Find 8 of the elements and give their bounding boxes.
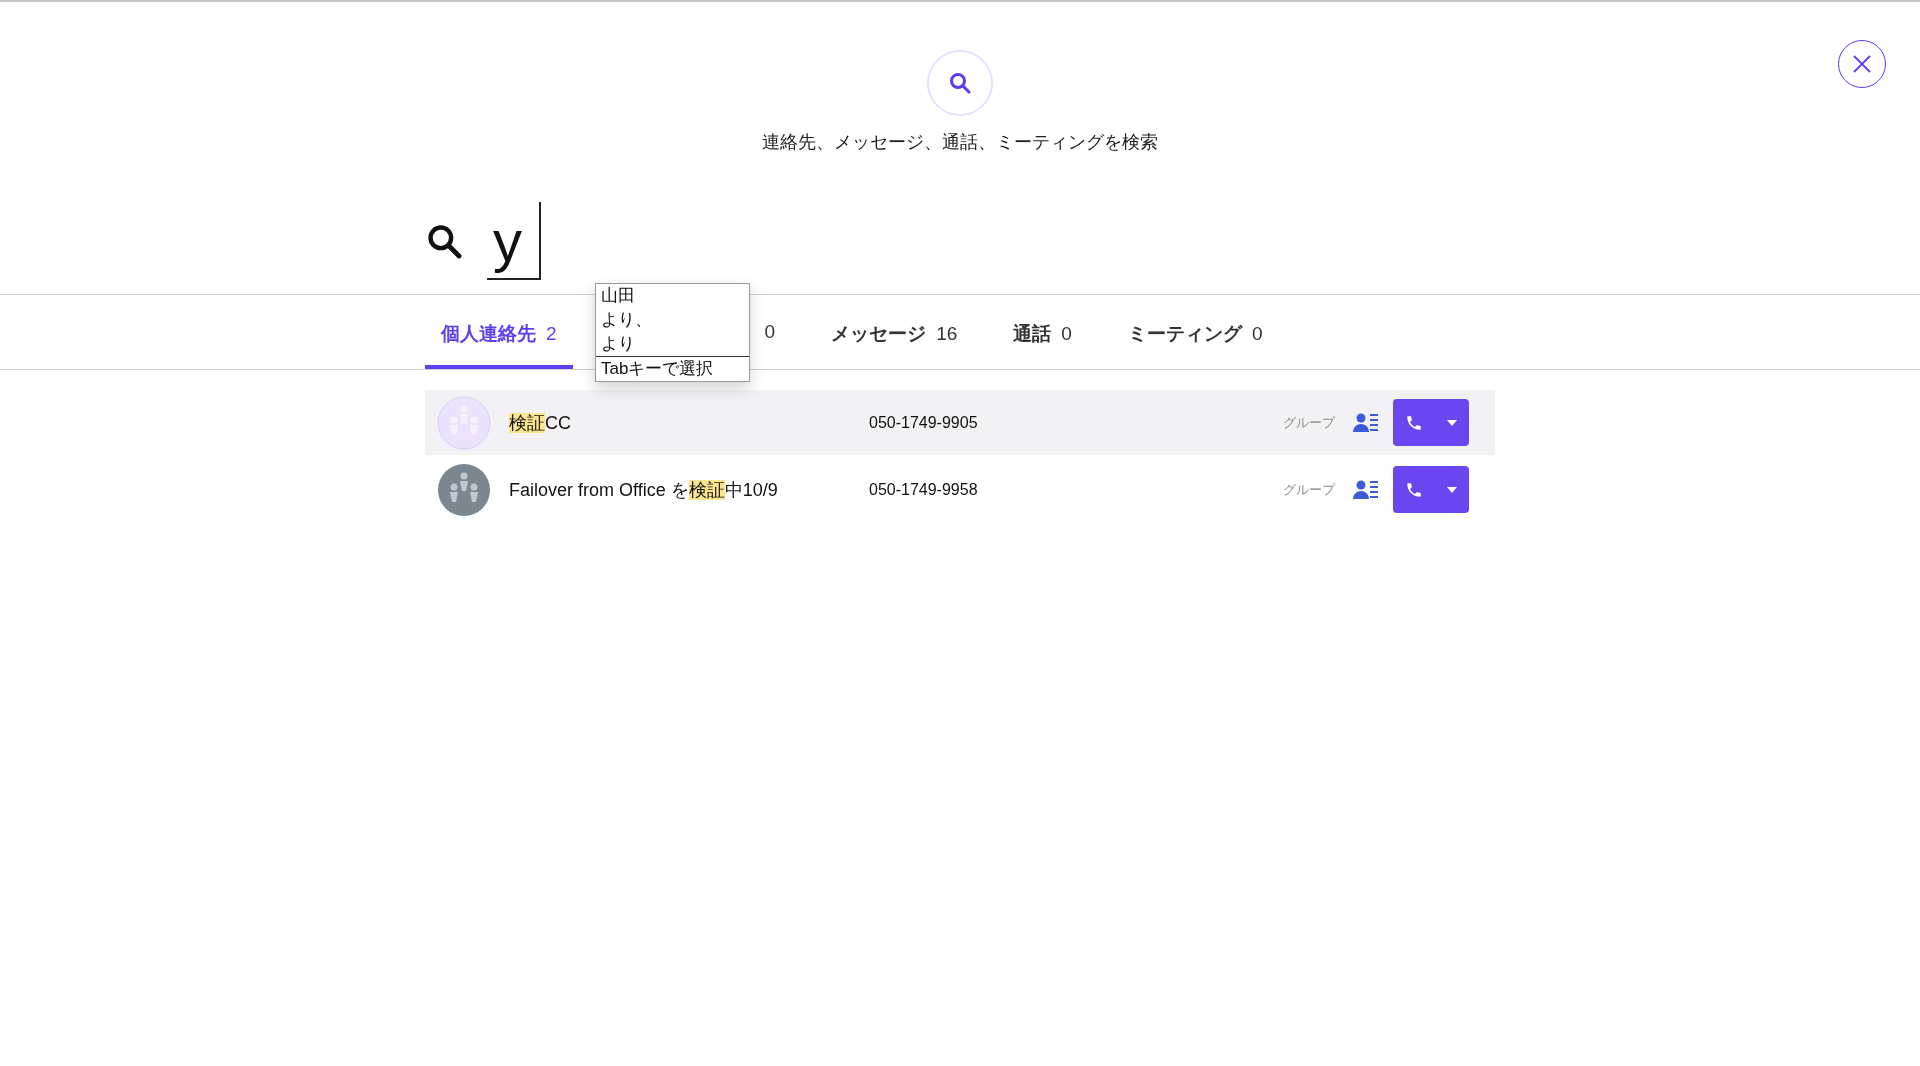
phone-number: 050-1749-9958 bbox=[869, 480, 979, 499]
phone-number: 050-1749-9905 bbox=[869, 413, 979, 432]
contact-type: グループ bbox=[1283, 480, 1335, 499]
search-subtitle: 連絡先、メッセージ、通話、ミーティングを検索 bbox=[762, 131, 1158, 154]
contact-type: グループ bbox=[1283, 413, 1335, 432]
contact-name: Failover from Office を検証中10/9 bbox=[509, 478, 779, 502]
contact-name: 検証CC bbox=[509, 411, 572, 435]
candidate-hint: Tabキーで選択 bbox=[596, 356, 749, 381]
